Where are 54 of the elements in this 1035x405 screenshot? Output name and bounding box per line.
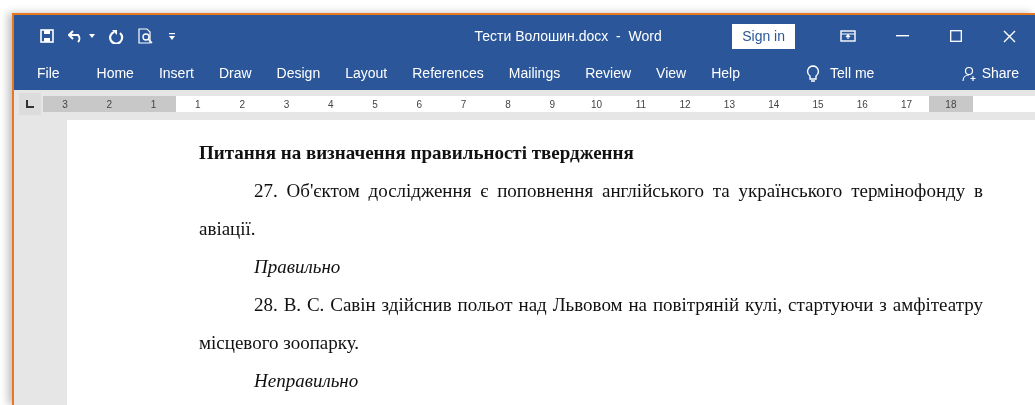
ribbon-tab[interactable]: Review xyxy=(585,63,632,84)
window-title: Тести Волошин.docx - Word xyxy=(473,26,663,46)
ribbon-tab[interactable]: Draw xyxy=(218,63,252,84)
ruler-number: 1 xyxy=(194,97,202,112)
answer-text: Неправильно xyxy=(253,369,360,393)
minimize-icon[interactable] xyxy=(895,35,909,37)
ruler-number: 10 xyxy=(589,97,604,112)
ruler-number: 2 xyxy=(105,97,114,112)
ribbon-tab[interactable]: Layout xyxy=(345,63,388,84)
lightbulb-icon[interactable] xyxy=(806,64,820,83)
ruler-number: 8 xyxy=(504,97,512,112)
ribbon-tab[interactable]: View xyxy=(656,63,687,84)
ribbon-tab[interactable]: Home xyxy=(96,63,134,84)
save-icon[interactable] xyxy=(40,29,54,43)
ruler-number: 5 xyxy=(371,97,379,112)
question-paragraph: 28. В. С. Савін здійснив польот над Львовом на повітряній кулі, стартуючи з амфітеатру місцевого зоопарку. xyxy=(199,293,983,355)
ruler-number: 13 xyxy=(722,97,736,112)
ribbon-tab[interactable]: Mailings xyxy=(508,63,561,84)
ruler-number: 2 xyxy=(238,97,246,112)
ribbon-display-icon[interactable] xyxy=(840,30,856,42)
ruler-number: 14 xyxy=(767,97,781,112)
ruler-number: 9 xyxy=(548,97,556,112)
ruler-number: 3 xyxy=(61,97,69,112)
sign-in-button[interactable]: Sign in xyxy=(732,23,795,49)
ruler-number: 7 xyxy=(459,97,468,112)
ruler-number: 12 xyxy=(678,97,692,112)
ruler-number: 3 xyxy=(282,97,291,112)
add-person-icon xyxy=(961,65,978,82)
customize-caret-icon[interactable] xyxy=(168,32,176,40)
maximize-icon[interactable] xyxy=(950,30,962,42)
ribbon-tab[interactable]: Insert xyxy=(158,63,194,84)
ruler-number: 6 xyxy=(415,97,424,112)
close-icon[interactable] xyxy=(1002,29,1016,43)
redo-icon[interactable] xyxy=(109,28,124,44)
ruler-number: 1 xyxy=(149,97,158,112)
ruler[interactable]: 3 2 1 1 2 3 4 5 6 7 8 9 10 11 12 13 14 15 16 17 18 xyxy=(42,96,1035,112)
print-preview-icon[interactable] xyxy=(138,28,154,44)
ruler-number: 11 xyxy=(634,97,648,112)
ribbon-tab[interactable]: Design xyxy=(276,63,321,84)
ruler-number: 17 xyxy=(900,97,914,112)
ribbon-tab[interactable]: References xyxy=(412,63,484,84)
answer-text: Правильно xyxy=(253,255,342,279)
tell-me-field[interactable]: Tell me xyxy=(830,63,875,84)
ruler-number: 18 xyxy=(944,97,958,112)
ruler-number: 15 xyxy=(811,97,825,112)
ribbon-tab[interactable]: Help xyxy=(711,63,740,84)
tab-stop-icon[interactable] xyxy=(25,100,34,108)
share-button[interactable]: Share xyxy=(961,63,1019,84)
ruler-number: 16 xyxy=(855,97,869,112)
heading-text: Питання на визначення правильності твердження xyxy=(199,141,635,165)
ruler-number: 4 xyxy=(326,97,335,112)
question-paragraph: 27. Об'єктом дослідження є поповнення англійського та українського термінофонду в авіації. xyxy=(199,179,983,241)
ribbon-tab[interactable]: File xyxy=(37,63,60,84)
caret-icon[interactable] xyxy=(89,34,95,38)
